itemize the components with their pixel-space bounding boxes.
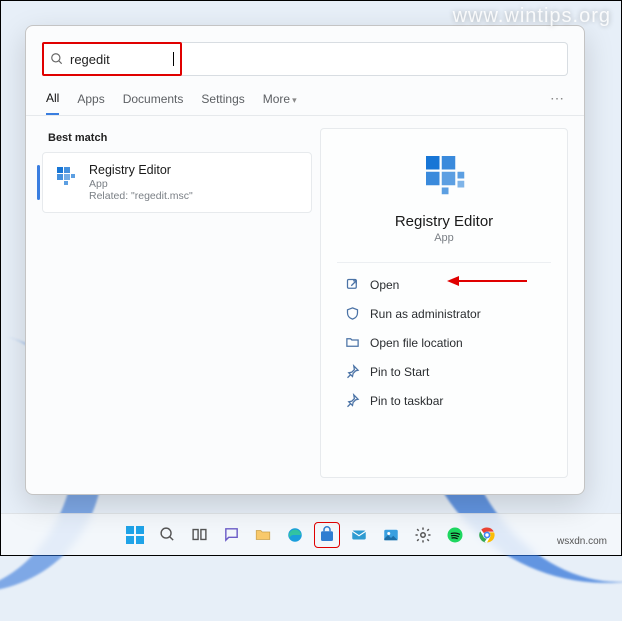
text-caret bbox=[173, 52, 174, 66]
store-icon[interactable] bbox=[314, 522, 340, 548]
result-title: Registry Editor bbox=[89, 163, 193, 177]
result-related: Related: "regedit.msc" bbox=[89, 190, 193, 202]
tab-more[interactable]: More▾ bbox=[263, 92, 297, 114]
search-bar-background[interactable] bbox=[181, 42, 568, 76]
action-open[interactable]: Open bbox=[337, 271, 551, 298]
tab-apps[interactable]: Apps bbox=[77, 92, 104, 114]
edge-icon[interactable] bbox=[282, 522, 308, 548]
settings-icon[interactable] bbox=[410, 522, 436, 548]
explorer-icon[interactable] bbox=[250, 522, 276, 548]
result-subtitle: App bbox=[89, 178, 193, 190]
shield-icon bbox=[345, 306, 360, 321]
result-registry-editor[interactable]: Registry Editor App Related: "regedit.ms… bbox=[42, 152, 312, 213]
folder-icon bbox=[345, 335, 360, 350]
filter-tabs: All Apps Documents Settings More▾ ⋯ bbox=[26, 76, 584, 116]
detail-pane: Registry Editor App Open Run as administ… bbox=[320, 128, 568, 478]
tab-settings[interactable]: Settings bbox=[201, 92, 244, 114]
action-pin-to-taskbar[interactable]: Pin to taskbar bbox=[337, 387, 551, 414]
detail-subtitle: App bbox=[434, 232, 454, 244]
action-label: Run as administrator bbox=[370, 307, 481, 321]
photos-icon[interactable] bbox=[378, 522, 404, 548]
registry-editor-hero-icon bbox=[417, 147, 471, 201]
taskview-icon[interactable] bbox=[186, 522, 212, 548]
watermark-top: www.wintips.org bbox=[453, 5, 611, 28]
search-icon[interactable] bbox=[154, 522, 180, 548]
chevron-down-icon: ▾ bbox=[292, 95, 297, 105]
spotify-icon[interactable] bbox=[442, 522, 468, 548]
pin-icon bbox=[345, 364, 360, 379]
search-bar-highlight bbox=[42, 42, 182, 76]
action-label: Open file location bbox=[370, 336, 463, 350]
watermark-bottom: wsxdn.com bbox=[557, 536, 607, 547]
action-open-file-location[interactable]: Open file location bbox=[337, 329, 551, 356]
start-search-panel: All Apps Documents Settings More▾ ⋯ Best… bbox=[25, 25, 585, 495]
pin-icon bbox=[345, 393, 360, 408]
action-run-as-admin[interactable]: Run as administrator bbox=[337, 300, 551, 327]
tab-documents[interactable]: Documents bbox=[123, 92, 184, 114]
start-icon[interactable] bbox=[122, 522, 148, 548]
open-icon bbox=[345, 277, 360, 292]
taskbar bbox=[1, 513, 621, 555]
annotation-arrow bbox=[447, 276, 527, 286]
action-label: Pin to Start bbox=[370, 365, 429, 379]
chat-icon[interactable] bbox=[218, 522, 244, 548]
action-pin-to-start[interactable]: Pin to Start bbox=[337, 358, 551, 385]
overflow-menu[interactable]: ⋯ bbox=[550, 90, 564, 115]
registry-editor-icon bbox=[53, 163, 79, 189]
action-label: Open bbox=[370, 278, 399, 292]
search-icon bbox=[50, 52, 64, 66]
action-label: Pin to taskbar bbox=[370, 394, 443, 408]
best-match-label: Best match bbox=[42, 128, 312, 152]
tab-all[interactable]: All bbox=[46, 91, 59, 115]
divider bbox=[337, 262, 551, 263]
chrome-icon[interactable] bbox=[474, 522, 500, 548]
search-input[interactable] bbox=[70, 52, 170, 67]
mail-icon[interactable] bbox=[346, 522, 372, 548]
detail-title: Registry Editor bbox=[395, 213, 493, 230]
